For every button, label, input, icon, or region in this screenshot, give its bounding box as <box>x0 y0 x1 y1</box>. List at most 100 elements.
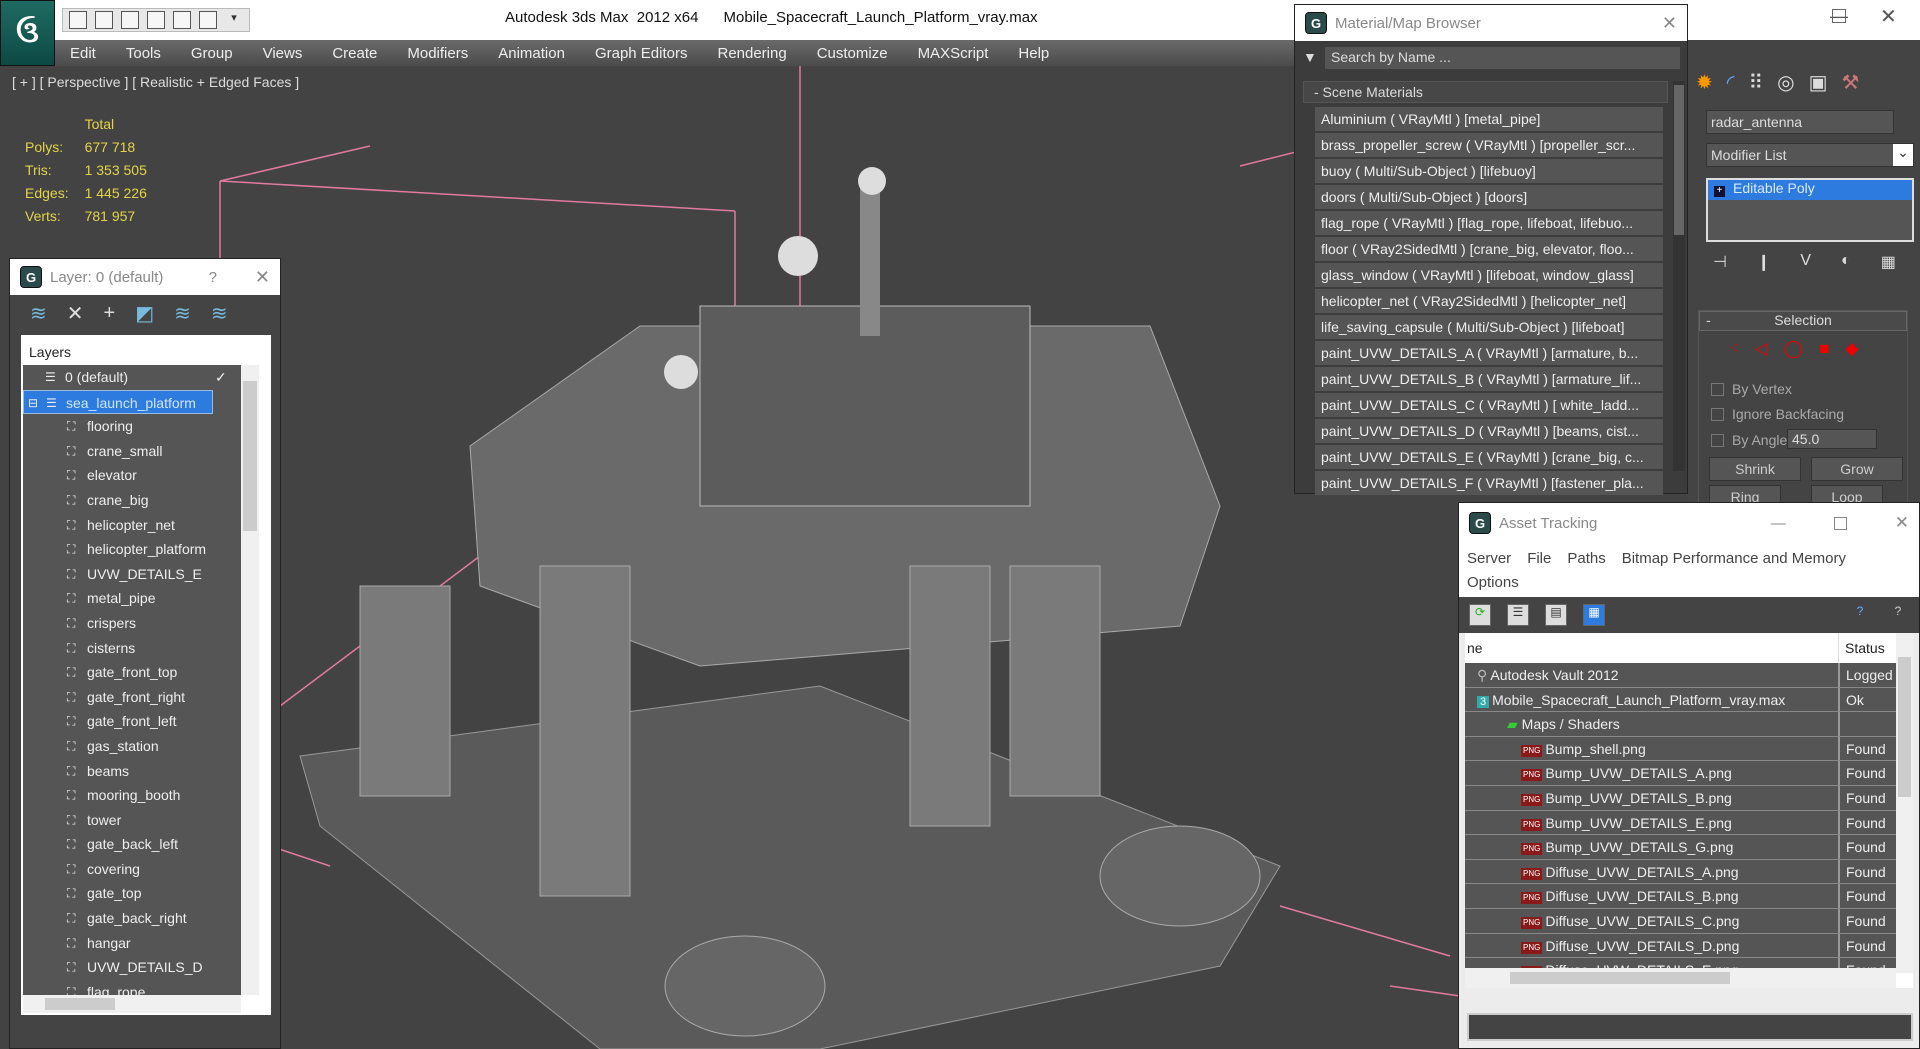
context-help-icon[interactable]: ? <box>1887 604 1909 626</box>
search-input[interactable]: Search by Name ... <box>1325 47 1680 69</box>
shrink-button[interactable]: Shrink <box>1709 457 1801 481</box>
maximize-icon[interactable] <box>1832 9 1846 23</box>
fetch-icon[interactable] <box>199 11 217 29</box>
menu-animation[interactable]: Animation <box>483 45 580 62</box>
remove-modifier-icon[interactable]: ◐ <box>1841 252 1851 272</box>
close-icon[interactable]: ✕ <box>1880 4 1897 29</box>
menu-views[interactable]: Views <box>248 45 318 62</box>
hold-icon[interactable] <box>173 11 191 29</box>
grow-button[interactable]: Grow <box>1811 457 1903 481</box>
asset-row[interactable]: ⚲ Autodesk Vault 2012 Logged <box>1465 663 1896 688</box>
layer-object-row[interactable]: ⛶ helicopter_platform <box>23 537 241 562</box>
select-layer-icon[interactable]: ≋ <box>174 301 191 326</box>
current-layer-checkmark[interactable]: ✓ <box>215 365 227 390</box>
layer-object-row[interactable]: ⛶ flooring <box>23 414 241 439</box>
menu-edit[interactable]: Edit <box>55 45 111 62</box>
display-tab-icon[interactable]: ▣ <box>1809 70 1828 95</box>
material-item[interactable]: floor ( VRay2SidedMtl ) [crane_big, elev… <box>1315 237 1663 261</box>
rollout-header[interactable]: - Selection <box>1699 311 1907 331</box>
layer-object-row[interactable]: ⛶ elevator <box>23 463 241 488</box>
options-dropdown-icon[interactable]: ▼ <box>1303 49 1317 65</box>
asset-row[interactable]: PNG Bump_UVW_DETAILS_G.png Found <box>1465 835 1896 860</box>
polygon-icon[interactable]: ■ <box>1819 339 1829 359</box>
material-item[interactable]: paint_UVW_DETAILS_B ( VRayMtl ) [armatur… <box>1315 367 1663 391</box>
open-icon[interactable] <box>69 11 87 29</box>
path-field[interactable] <box>1467 1013 1913 1041</box>
collapse-icon[interactable]: ⊟ <box>28 391 38 416</box>
layer-object-row[interactable]: ⛶ gate_front_top <box>23 660 241 685</box>
asset-row[interactable]: PNG Diffuse_UVW_DETAILS_C.png Found <box>1465 908 1896 934</box>
horizontal-scrollbar[interactable] <box>23 995 241 1013</box>
minimize-icon[interactable]: — <box>1771 515 1786 532</box>
undo-icon[interactable] <box>121 11 139 29</box>
material-item[interactable]: paint_UVW_DETAILS_D ( VRayMtl ) [beams, … <box>1315 419 1663 443</box>
create-layer-icon[interactable]: ≋ <box>30 301 47 326</box>
layer-object-row[interactable]: ⛶ cisterns <box>23 636 241 661</box>
layer-object-row[interactable]: ⛶ metal_pipe <box>23 586 241 611</box>
make-unique-icon[interactable]: V <box>1800 252 1811 272</box>
configure-sets-icon[interactable]: ▦ <box>1881 252 1896 272</box>
material-item[interactable]: doors ( Multi/Sub-Object ) [doors] <box>1315 185 1663 209</box>
horizontal-scrollbar[interactable] <box>1465 968 1896 988</box>
material-item[interactable]: paint_UVW_DETAILS_F ( VRayMtl ) [fastene… <box>1315 471 1663 495</box>
table-view-icon[interactable]: ▦ <box>1583 604 1605 626</box>
layer-object-row[interactable]: ⛶ gate_top <box>23 881 241 906</box>
material-item[interactable]: glass_window ( VRayMtl ) [lifeboat, wind… <box>1315 263 1663 287</box>
asset-row[interactable]: PNG Diffuse_UVW_DETAILS_B.png Found <box>1465 884 1896 909</box>
show-end-result-icon[interactable]: ❙ <box>1757 252 1770 272</box>
material-item[interactable]: paint_UVW_DETAILS_C ( VRayMtl ) [ white_… <box>1315 393 1663 417</box>
scene-materials-group[interactable]: - Scene Materials <box>1303 81 1668 103</box>
redo-icon[interactable] <box>147 11 165 29</box>
asset-row[interactable]: 3 Mobile_Spacecraft_Launch_Platform_vray.… <box>1465 687 1896 713</box>
modify-tab-icon[interactable]: ◜ <box>1727 70 1735 95</box>
layers-column-header[interactable]: Layers <box>21 335 271 365</box>
ignore-backfacing-checkbox[interactable]: Ignore Backfacing <box>1711 406 1844 422</box>
dropdown-arrow-icon[interactable]: ▾ <box>225 11 243 29</box>
menu-server[interactable]: Server <box>1467 550 1511 567</box>
menu-file[interactable]: File <box>1527 550 1551 567</box>
asset-row[interactable]: PNG Diffuse_UVW_DETAILS_A.png Found <box>1465 859 1896 885</box>
layer-object-row[interactable]: ⛶ gate_back_left <box>23 832 241 857</box>
menu-maxscript[interactable]: MAXScript <box>903 45 1004 62</box>
material-item[interactable]: paint_UVW_DETAILS_E ( VRayMtl ) [crane_b… <box>1315 445 1663 469</box>
column-name[interactable]: ne <box>1467 640 1483 656</box>
help-icon[interactable]: ? <box>1849 604 1871 626</box>
viewport-label[interactable]: [ + ] [ Perspective ] [ Realistic + Edge… <box>12 74 299 90</box>
highlight-layer-icon[interactable]: ≋ <box>211 301 228 326</box>
menu-paths[interactable]: Paths <box>1567 550 1605 567</box>
layer-object-row[interactable]: ⛶ helicopter_net <box>23 513 241 538</box>
material-item[interactable]: Aluminium ( VRayMtl ) [metal_pipe] <box>1315 107 1663 131</box>
vertical-scrollbar[interactable] <box>241 365 259 995</box>
list-view-icon[interactable]: ☰ <box>1507 604 1529 626</box>
maximize-icon[interactable] <box>1833 516 1847 530</box>
hierarchy-tab-icon[interactable]: ⠿ <box>1749 70 1764 95</box>
material-item[interactable]: life_saving_capsule ( Multi/Sub-Object )… <box>1315 315 1663 339</box>
menu-group[interactable]: Group <box>176 45 248 62</box>
close-icon[interactable]: ✕ <box>255 267 270 288</box>
menu-create[interactable]: Create <box>317 45 392 62</box>
asset-row[interactable]: PNG Bump_shell.png Found <box>1465 736 1896 762</box>
layer-object-row[interactable]: ⛶ gate_front_left <box>23 709 241 734</box>
menu-graph-editors[interactable]: Graph Editors <box>580 45 703 62</box>
menu-tools[interactable]: Tools <box>111 45 176 62</box>
edge-icon[interactable]: ◁ <box>1755 339 1768 359</box>
layer-object-row[interactable]: ⛶ beams <box>23 759 241 784</box>
by-vertex-checkbox[interactable]: By Vertex <box>1711 381 1792 397</box>
pin-stack-icon[interactable]: ⊣ <box>1713 252 1727 272</box>
layer-object-row[interactable]: ⛶ hangar <box>23 931 241 956</box>
by-angle-checkbox[interactable]: By Angle: <box>1711 432 1791 448</box>
vertical-scrollbar[interactable] <box>1896 633 1913 973</box>
column-status[interactable]: Status <box>1838 633 1891 663</box>
save-icon[interactable] <box>95 11 113 29</box>
layer-object-row[interactable]: ⛶ crane_small <box>23 439 241 464</box>
layer-object-row[interactable]: ⛶ crane_big <box>23 488 241 513</box>
element-icon[interactable]: ◆ <box>1845 339 1858 359</box>
layer-row-sea-launch-platform[interactable]: ⊟ ☰ sea_launch_platform <box>23 389 213 416</box>
refresh-icon[interactable]: ⟳ <box>1469 604 1491 626</box>
menu-bitmap-performance[interactable]: Bitmap Performance and Memory <box>1622 550 1846 567</box>
close-icon[interactable]: ✕ <box>1895 513 1909 533</box>
layer-object-row[interactable]: ⛶ gas_station <box>23 734 241 759</box>
layer-object-row[interactable]: ⛶ gate_back_right <box>23 906 241 931</box>
vertex-icon[interactable]: ⁖ <box>1729 339 1739 359</box>
layer-object-row[interactable]: ⛶ UVW_DETAILS_D <box>23 955 241 980</box>
